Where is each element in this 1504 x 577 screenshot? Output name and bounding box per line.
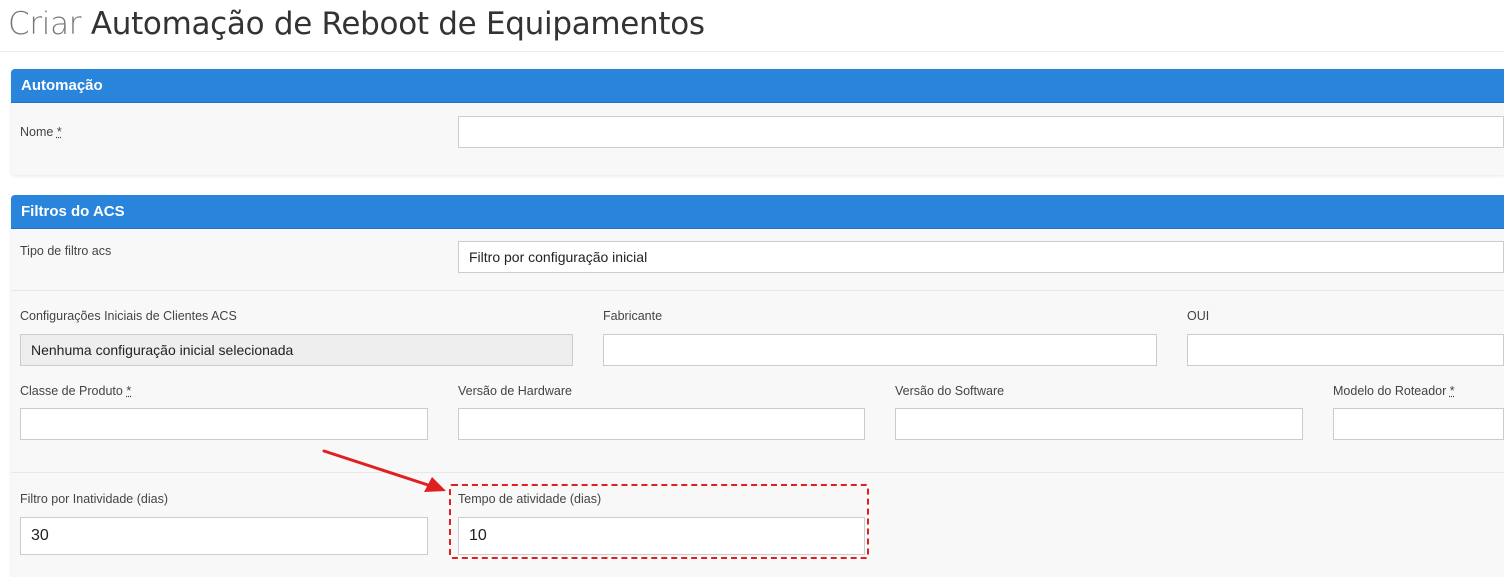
tipo-filtro-select[interactable]: Filtro por configuração inicial (458, 241, 1504, 273)
oui-input[interactable] (1187, 334, 1504, 366)
versao-hardware-label: Versão de Hardware (458, 384, 572, 398)
filtros-acs-panel-heading: Filtros do ACS (11, 195, 1504, 229)
config-inicial-field[interactable]: Nenhuma configuração inicial selecionada (20, 334, 573, 366)
oui-label: OUI (1187, 309, 1210, 323)
tipo-filtro-label: Tipo de filtro acs (20, 244, 112, 258)
nome-input[interactable] (458, 116, 1504, 148)
section-divider (11, 290, 1504, 291)
versao-software-label: Versão do Software (895, 384, 1005, 398)
annotation-highlight-box (449, 484, 869, 559)
page-title: Criar Automação de Reboot de Equipamento… (8, 6, 705, 42)
versao-software-input[interactable] (895, 408, 1303, 440)
page-title-main: Automação de Reboot de Equipamentos (90, 6, 705, 42)
section-divider (11, 472, 1504, 473)
config-inicial-label: Configurações Iniciais de Clientes ACS (20, 309, 237, 323)
modelo-roteador-label: Modelo do Roteador * (1333, 384, 1455, 398)
filtro-inatividade-label: Filtro por Inatividade (dias) (20, 492, 168, 506)
automacao-panel-heading: Automação (11, 69, 1504, 103)
classe-produto-label: Classe de Produto * (20, 384, 132, 398)
filtro-inatividade-input[interactable]: 30 (20, 517, 428, 555)
page-title-prefix: Criar (8, 6, 82, 42)
title-divider (0, 51, 1504, 52)
automacao-panel: Automação Nome * (11, 69, 1504, 175)
fabricante-input[interactable] (603, 334, 1157, 366)
classe-produto-input[interactable] (20, 408, 428, 440)
required-mark: * (56, 125, 62, 139)
annotation-arrow-icon (322, 449, 446, 492)
modelo-roteador-input[interactable] (1333, 408, 1504, 440)
required-mark: * (1449, 384, 1455, 398)
versao-hardware-input[interactable] (458, 408, 865, 440)
required-mark: * (126, 384, 132, 398)
nome-label: Nome * (20, 125, 62, 139)
fabricante-label: Fabricante (603, 309, 663, 323)
